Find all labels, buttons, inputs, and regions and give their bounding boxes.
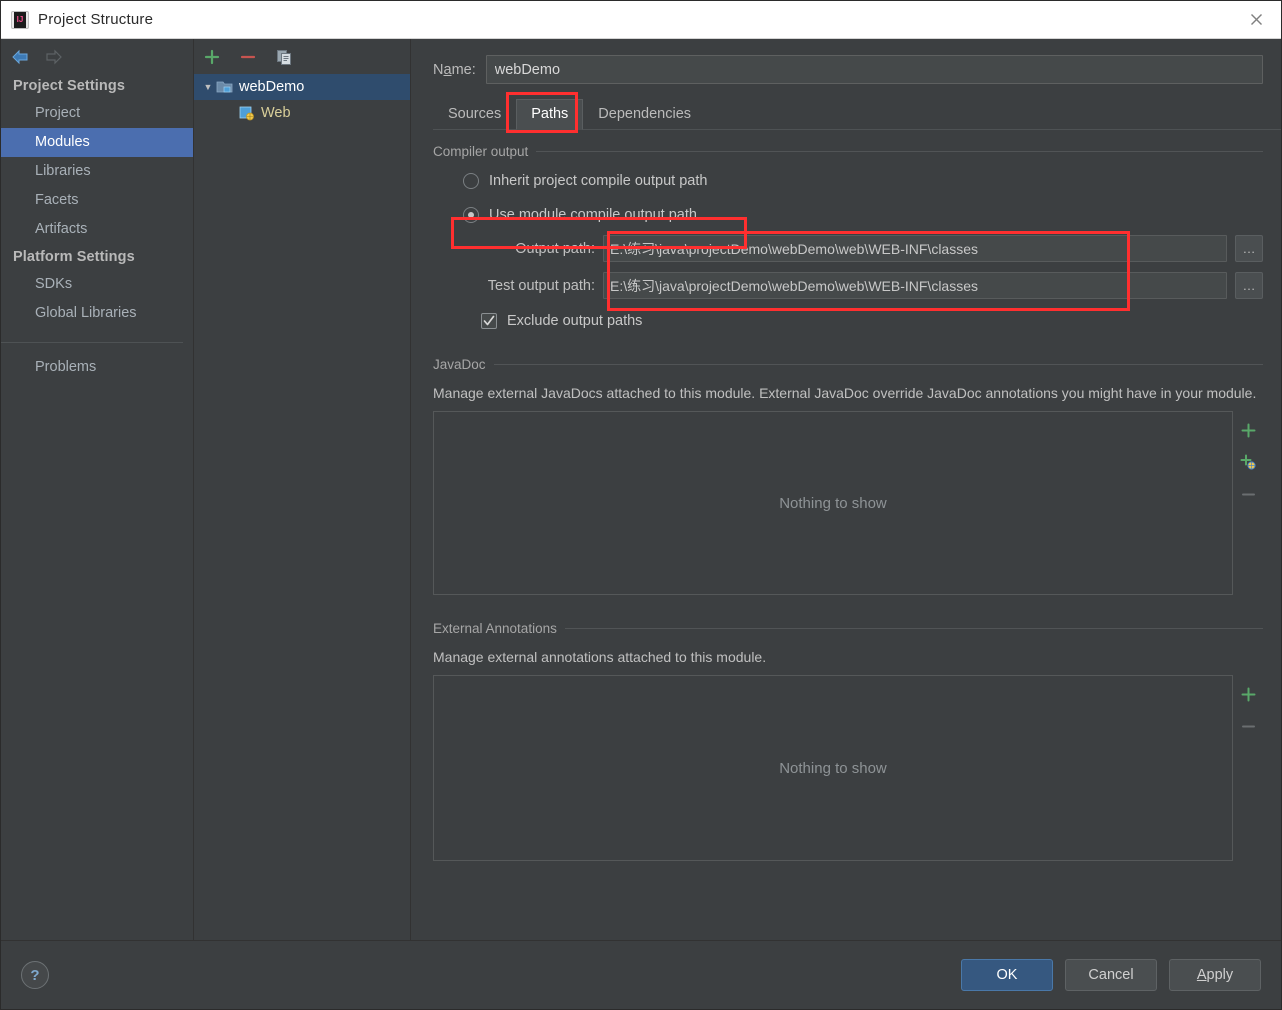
test-output-path-row: Test output path: … xyxy=(433,272,1263,299)
javadoc-title: JavaDoc xyxy=(433,357,486,372)
sidebar-item-project[interactable]: Project xyxy=(1,99,193,128)
javadoc-list-wrap: Nothing to show xyxy=(433,411,1263,595)
external-annotations-list[interactable]: Nothing to show xyxy=(433,675,1233,861)
radio-label: Use module compile output path xyxy=(489,207,697,223)
sidebar-item-libraries[interactable]: Libraries xyxy=(1,157,193,186)
title-bar: Project Structure xyxy=(1,1,1281,39)
nav-arrows xyxy=(1,41,193,73)
remove-icon xyxy=(1237,483,1259,505)
group-divider xyxy=(564,628,1263,629)
sidebar-group-project-settings: Project Settings Project Modules Librari… xyxy=(1,73,193,244)
forward-arrow-icon xyxy=(43,46,65,68)
output-paths-block: Output path: … Test output path: … xyxy=(433,231,1263,311)
window-title: Project Structure xyxy=(38,11,154,28)
sidebar-item-modules[interactable]: Modules xyxy=(1,128,193,157)
sidebar-group-platform-settings: Platform Settings SDKs Global Libraries xyxy=(1,244,193,328)
copy-module-icon[interactable] xyxy=(272,45,296,69)
radio-icon[interactable] xyxy=(463,207,479,223)
intellij-idea-icon xyxy=(11,10,29,29)
back-arrow-icon[interactable] xyxy=(9,46,31,68)
remove-module-button[interactable] xyxy=(236,45,260,69)
sidebar-header-platform-settings: Platform Settings xyxy=(13,249,135,265)
project-structure-dialog: Project Structure xyxy=(0,0,1282,1010)
output-path-row: Output path: … xyxy=(433,235,1263,262)
test-output-path-input[interactable] xyxy=(603,272,1227,299)
modules-toolbar xyxy=(194,42,410,72)
javadoc-description: Manage external JavaDocs attached to thi… xyxy=(433,385,1257,401)
radio-label: Inherit project compile output path xyxy=(489,173,708,189)
compiler-output-options: Inherit project compile output path Use … xyxy=(433,173,1263,249)
tab-paths[interactable]: Paths xyxy=(516,99,584,130)
sidebar-item-artifacts[interactable]: Artifacts xyxy=(1,215,193,244)
sidebar-header-project-settings: Project Settings xyxy=(13,78,125,94)
javadoc-group-header: JavaDoc xyxy=(433,357,1263,372)
radio-use-module-output[interactable]: Use module compile output path xyxy=(463,207,1263,223)
tree-node-webdemo[interactable]: ▼ webDemo xyxy=(194,74,410,100)
output-path-input[interactable] xyxy=(603,235,1227,262)
module-name-label: Name: xyxy=(433,61,476,78)
sidebar-item-global-libraries[interactable]: Global Libraries xyxy=(1,299,193,328)
close-icon[interactable] xyxy=(1231,1,1281,38)
external-annotations-list-actions xyxy=(1233,675,1263,861)
help-button[interactable]: ? xyxy=(21,961,49,989)
external-annotations-title: External Annotations xyxy=(433,621,557,636)
modules-tree-panel: ▼ webDemo Web xyxy=(194,39,411,940)
ok-button[interactable]: OK xyxy=(961,959,1053,991)
external-annotations-group-header: External Annotations xyxy=(433,621,1263,636)
sidebar-item-problems[interactable]: Problems xyxy=(1,353,193,382)
sidebar-item-sdks[interactable]: SDKs xyxy=(1,270,193,299)
sidebar-item-facets[interactable]: Facets xyxy=(1,186,193,215)
module-editor: Name: Sources Paths Dependencies Compile… xyxy=(411,39,1281,940)
compiler-output-title: Compiler output xyxy=(433,144,529,159)
module-folder-icon xyxy=(216,79,234,95)
settings-sidebar: Project Settings Project Modules Librari… xyxy=(1,39,194,940)
exclude-output-paths-label: Exclude output paths xyxy=(507,313,643,329)
javadoc-list-actions xyxy=(1233,411,1263,595)
test-output-path-browse-button[interactable]: … xyxy=(1235,272,1263,299)
apply-button[interactable]: Apply xyxy=(1169,959,1261,991)
module-name-row: Name: xyxy=(411,39,1281,84)
add-icon[interactable] xyxy=(1237,683,1259,705)
tree-node-label: Web xyxy=(261,105,291,121)
external-annotations-description: Manage external annotations attached to … xyxy=(433,649,767,665)
dialog-footer: ? OK Cancel Apply xyxy=(1,941,1281,1009)
tree-node-web[interactable]: Web xyxy=(194,100,410,126)
module-tabs: Sources Paths Dependencies xyxy=(433,92,1281,133)
dialog-body: Project Settings Project Modules Librari… xyxy=(1,39,1281,941)
group-divider xyxy=(536,151,1263,152)
tree-node-label: webDemo xyxy=(239,79,305,95)
web-facet-icon xyxy=(238,105,256,121)
module-name-input[interactable] xyxy=(485,55,1263,84)
group-divider xyxy=(493,364,1263,365)
paths-tab-content: Compiler output Inherit project compile … xyxy=(411,130,1281,940)
exclude-output-paths-checkbox[interactable]: Exclude output paths xyxy=(481,313,1263,329)
cancel-button[interactable]: Cancel xyxy=(1065,959,1157,991)
output-path-browse-button[interactable]: … xyxy=(1235,235,1263,262)
radio-icon[interactable] xyxy=(463,173,479,189)
chevron-down-icon[interactable]: ▼ xyxy=(200,82,216,92)
javadoc-empty-text: Nothing to show xyxy=(779,494,887,512)
external-annotations-list-wrap: Nothing to show xyxy=(433,675,1263,861)
add-url-icon[interactable] xyxy=(1237,451,1259,473)
external-annotations-empty-text: Nothing to show xyxy=(779,759,887,777)
output-path-label: Output path: xyxy=(515,240,595,257)
tab-sources[interactable]: Sources xyxy=(433,99,516,130)
tab-dependencies[interactable]: Dependencies xyxy=(583,99,706,130)
javadoc-list[interactable]: Nothing to show xyxy=(433,411,1233,595)
checkbox-icon[interactable] xyxy=(481,313,497,329)
remove-icon xyxy=(1237,715,1259,737)
sidebar-divider xyxy=(1,342,183,343)
add-module-button[interactable] xyxy=(200,45,224,69)
compiler-output-group-header: Compiler output xyxy=(433,144,1263,159)
modules-tree: ▼ webDemo Web xyxy=(194,72,410,126)
radio-inherit-project-output[interactable]: Inherit project compile output path xyxy=(463,173,1263,189)
add-icon[interactable] xyxy=(1237,419,1259,441)
test-output-path-label: Test output path: xyxy=(487,277,595,294)
